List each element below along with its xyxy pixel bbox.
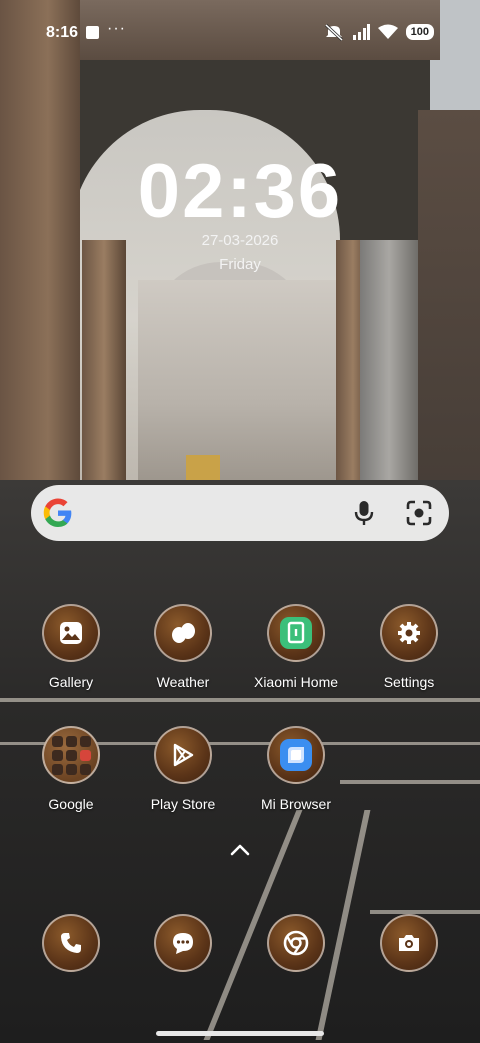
app-label: Xiaomi Home bbox=[253, 674, 339, 690]
mic-icon[interactable] bbox=[351, 499, 377, 527]
app-label: Mi Browser bbox=[260, 796, 331, 812]
dock-chrome[interactable] bbox=[241, 914, 351, 972]
status-bar: 8:16 ··· 100 bbox=[0, 0, 480, 64]
mute-icon bbox=[324, 23, 343, 41]
notification-icon bbox=[86, 26, 99, 39]
play-store-icon bbox=[154, 726, 212, 784]
gear-icon bbox=[380, 604, 438, 662]
chevron-up-icon[interactable] bbox=[228, 840, 252, 860]
browser-icon bbox=[267, 726, 325, 784]
app-label: Gallery bbox=[48, 674, 94, 690]
app-mi-browser[interactable]: Mi Browser bbox=[241, 726, 351, 812]
app-settings[interactable]: Settings bbox=[354, 604, 464, 690]
app-label: Weather bbox=[156, 674, 210, 690]
floor-line bbox=[340, 780, 480, 784]
google-logo-icon bbox=[43, 498, 72, 527]
gallery-icon bbox=[42, 604, 100, 662]
clock-day: Friday bbox=[219, 256, 261, 273]
phone-icon bbox=[42, 914, 100, 972]
clock-date: 27-03-2026 bbox=[201, 232, 279, 249]
xiaomi-home-icon bbox=[267, 604, 325, 662]
google-search-bar[interactable] bbox=[31, 485, 449, 541]
more-notifications-icon: ··· bbox=[107, 20, 126, 37]
app-label: Play Store bbox=[150, 796, 216, 812]
folder-app-grid bbox=[51, 735, 91, 775]
clock-time[interactable]: 02:36 bbox=[0, 148, 480, 235]
battery-indicator: 100 bbox=[405, 24, 434, 40]
gesture-navigation-bar[interactable] bbox=[156, 1031, 324, 1036]
app-gallery[interactable]: Gallery bbox=[16, 604, 126, 690]
status-time: 8:16 bbox=[46, 24, 79, 41]
floor-line bbox=[0, 698, 480, 702]
weather-icon bbox=[154, 604, 212, 662]
wifi-icon bbox=[377, 24, 398, 39]
app-weather[interactable]: Weather bbox=[128, 604, 238, 690]
status-icons: 100 bbox=[324, 23, 434, 41]
folder-google[interactable]: Google bbox=[16, 726, 126, 812]
dock-phone[interactable] bbox=[16, 914, 126, 972]
chrome-icon bbox=[267, 914, 325, 972]
app-xiaomi-home[interactable]: Xiaomi Home bbox=[241, 604, 351, 690]
signal-icon bbox=[352, 24, 370, 40]
app-label: Google bbox=[48, 796, 94, 812]
app-play-store[interactable]: Play Store bbox=[128, 726, 238, 812]
dock-camera[interactable] bbox=[354, 914, 464, 972]
camera-icon bbox=[380, 914, 438, 972]
wallpaper-temple bbox=[138, 280, 338, 485]
dock-messages[interactable] bbox=[128, 914, 238, 972]
lens-icon[interactable] bbox=[405, 499, 433, 527]
folder-icon bbox=[42, 726, 100, 784]
app-label: Settings bbox=[383, 674, 435, 690]
messages-icon bbox=[154, 914, 212, 972]
